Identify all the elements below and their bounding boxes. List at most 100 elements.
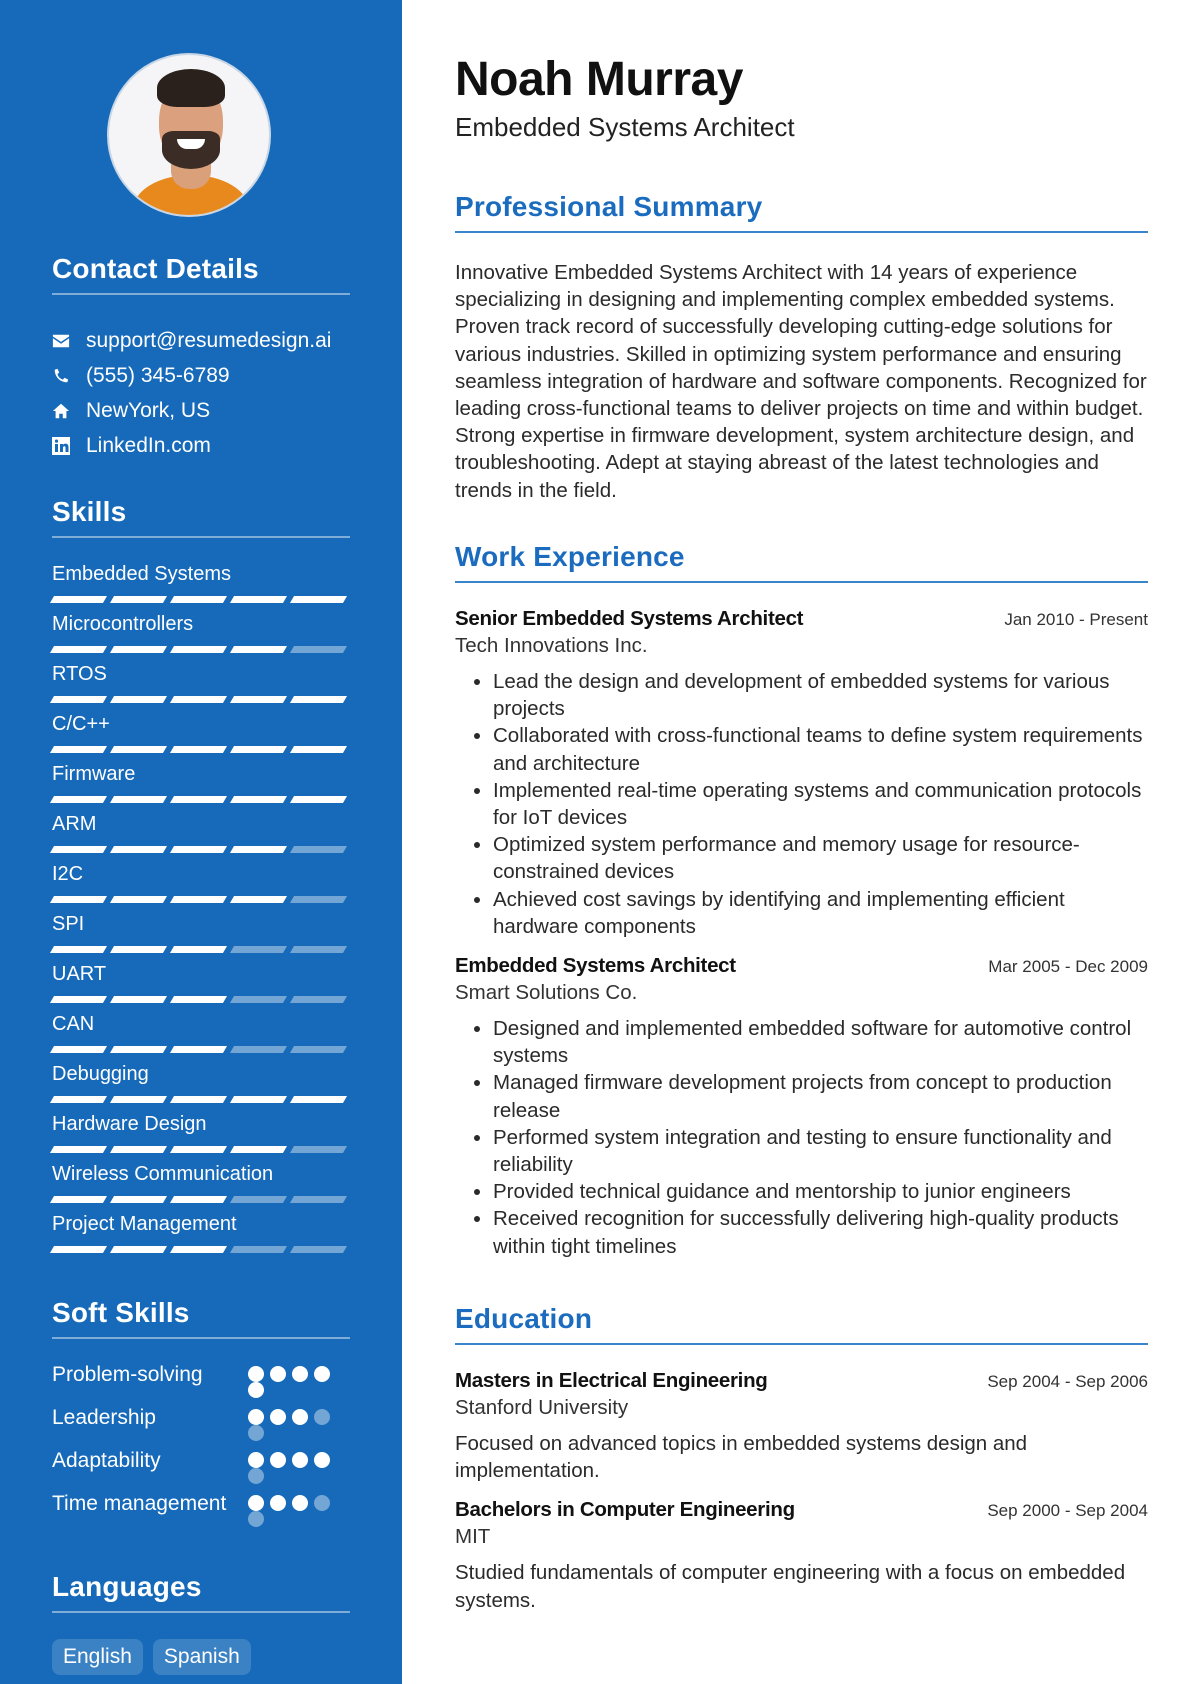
- skill-level-meter: [49, 1046, 350, 1053]
- envelope-icon: [52, 332, 86, 350]
- skill-level-meter: [49, 846, 350, 853]
- skill-bar-filled: [289, 1096, 348, 1103]
- education-dates: Sep 2000 - Sep 2004: [987, 1501, 1148, 1521]
- skill-level-meter: [49, 996, 350, 1003]
- rating-dot-filled: [292, 1495, 308, 1511]
- skill-level-meter: [49, 1146, 350, 1153]
- school-name: MIT: [455, 1525, 491, 1549]
- soft-skills-list: Problem-solving Leadership Adaptability Tim…: [52, 1361, 350, 1527]
- skill-bar-filled: [229, 746, 288, 753]
- job-bullet: Managed firmware development projects fr…: [493, 1069, 1148, 1123]
- skill-bar-empty: [289, 946, 348, 953]
- education-list: Masters in Electrical Engineering Sep 200…: [455, 1369, 1148, 1614]
- education-description: Focused on advanced topics in embedded s…: [455, 1432, 1028, 1483]
- skill-bar-filled: [109, 846, 168, 853]
- rating-dot-filled: [292, 1452, 308, 1468]
- skill-level-meter: [49, 1096, 350, 1103]
- skill-bar-filled: [109, 1246, 168, 1253]
- soft-skill-name: Problem-solving: [52, 1363, 203, 1386]
- skill-bar-filled: [229, 846, 288, 853]
- rating-dot-filled: [248, 1382, 264, 1398]
- contact-section: Contact Details support@resumedesign.ai …: [52, 253, 350, 463]
- skill-bar-filled: [109, 796, 168, 803]
- skill-bar-filled: [169, 596, 228, 603]
- skill-bar-empty: [289, 646, 348, 653]
- soft-skill-name: Time management: [52, 1492, 227, 1515]
- skill-name: C/C++: [52, 713, 110, 735]
- skill-bar-filled: [49, 1196, 108, 1203]
- contact-location-text: NewYork, US: [86, 398, 211, 422]
- skill-bar-filled: [169, 1096, 228, 1103]
- job-bullets: Designed and implemented embedded softwa…: [455, 1015, 1148, 1260]
- home-icon: [52, 402, 86, 420]
- skill-item: I2C: [49, 859, 350, 909]
- skill-bar-filled: [109, 1196, 168, 1203]
- skill-bar-filled: [229, 1146, 288, 1153]
- rating-dot-filled: [270, 1409, 286, 1425]
- skill-bar-empty: [289, 1046, 348, 1053]
- contact-email[interactable]: support@resumedesign.ai: [52, 323, 350, 358]
- rating-dot-filled: [248, 1495, 264, 1511]
- skill-bar-filled: [109, 1046, 168, 1053]
- jobs-list: Senior Embedded Systems Architect Jan 201…: [455, 607, 1148, 1260]
- soft-skill-item: Leadership: [52, 1404, 350, 1441]
- skill-level-meter: [49, 946, 350, 953]
- job-bullet: Provided technical guidance and mentorsh…: [493, 1178, 1148, 1205]
- job-company: Smart Solutions Co.: [455, 981, 638, 1005]
- contact-phone[interactable]: (555) 345-6789: [52, 358, 350, 393]
- skill-bar-empty: [229, 1246, 288, 1253]
- skill-item: ARM: [49, 809, 350, 859]
- skill-item: Wireless Communication: [49, 1159, 350, 1209]
- languages-section: Languages English Spanish: [52, 1571, 350, 1675]
- skill-level-meter: [49, 1196, 350, 1203]
- skill-level-meter: [49, 596, 350, 603]
- soft-skill-item: Adaptability: [52, 1447, 350, 1484]
- skill-bar-empty: [229, 1196, 288, 1203]
- skill-bar-filled: [169, 846, 228, 853]
- skill-bar-empty: [229, 996, 288, 1003]
- contact-linkedin[interactable]: LinkedIn.com: [52, 428, 350, 463]
- skill-item: CAN: [49, 1009, 350, 1059]
- phone-icon: [52, 367, 86, 385]
- photo-beard: [162, 131, 220, 169]
- skill-bar-filled: [49, 696, 108, 703]
- skill-level-meter: [49, 646, 350, 653]
- skill-item: Microcontrollers: [49, 609, 350, 659]
- skill-bar-filled: [49, 846, 108, 853]
- skill-name: RTOS: [52, 663, 107, 685]
- rating-dot-filled: [270, 1366, 286, 1382]
- skill-bar-filled: [169, 646, 228, 653]
- skill-bar-filled: [49, 746, 108, 753]
- job-bullet: Optimized system performance and memory …: [493, 831, 1148, 885]
- rating-dot-filled: [270, 1452, 286, 1468]
- soft-skill-rating: [248, 1490, 334, 1527]
- job-company: Tech Innovations Inc.: [455, 634, 648, 657]
- skill-bar-filled: [169, 1046, 228, 1053]
- candidate-name: Noah Murray: [455, 53, 743, 106]
- job-bullet: Collaborated with cross-functional teams…: [493, 722, 1148, 776]
- skill-bar-filled: [289, 746, 348, 753]
- job-bullet: Performed system integration and testing…: [493, 1124, 1148, 1178]
- rating-dot-filled: [248, 1366, 264, 1382]
- skill-bar-filled: [169, 796, 228, 803]
- summary-title: Professional Summary: [455, 191, 1148, 233]
- experience-section: Work Experience Senior Embedded Systems …: [455, 541, 1148, 1260]
- skill-bar-filled: [109, 1096, 168, 1103]
- skill-bar-empty: [289, 896, 348, 903]
- soft-skills-section: Soft Skills Problem-solving Leadership Ada…: [52, 1297, 350, 1533]
- summary-text: Innovative Embedded Systems Architect wi…: [455, 261, 1147, 502]
- skills-section: Skills Embedded Systems Microcontrollers R…: [49, 496, 350, 1259]
- school-name: Stanford University: [455, 1396, 629, 1419]
- languages-title: Languages: [52, 1571, 350, 1613]
- skill-bar-empty: [289, 1196, 348, 1203]
- profile-photo: [107, 53, 271, 217]
- photo-hair: [157, 69, 225, 107]
- skill-bar-filled: [289, 596, 348, 603]
- skill-bar-empty: [229, 1046, 288, 1053]
- skills-list: Embedded Systems Microcontrollers RTOS C/C+…: [49, 559, 350, 1259]
- skill-item: SPI: [49, 909, 350, 959]
- job-entry: Embedded Systems Architect Mar 2005 - Dec…: [455, 954, 1148, 1260]
- skill-bar-filled: [109, 896, 168, 903]
- skill-name: Project Management: [52, 1213, 237, 1235]
- job-bullet: Implemented real-time operating systems …: [493, 777, 1148, 831]
